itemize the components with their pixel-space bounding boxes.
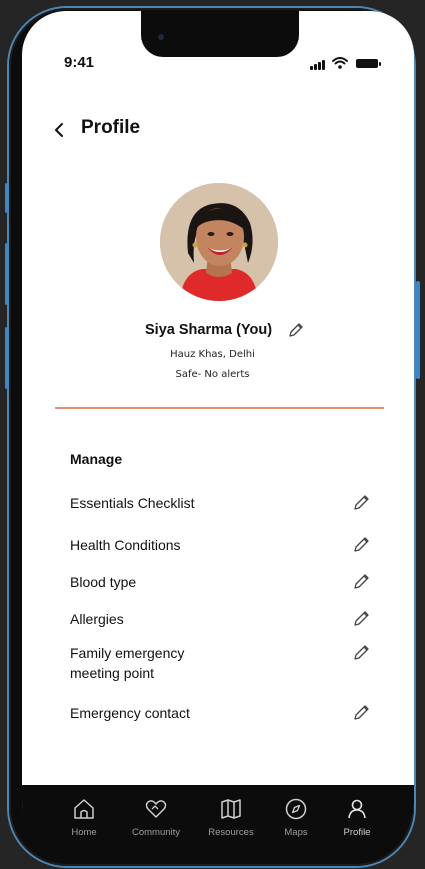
signal-bar	[322, 60, 325, 70]
pencil-icon[interactable]	[352, 642, 372, 662]
person-icon	[348, 799, 366, 819]
manage-item-essentials-checklist[interactable]: Essentials Checklist	[70, 493, 380, 513]
page-title: Profile	[81, 117, 141, 138]
manage-item-label: Blood type	[70, 574, 137, 590]
tab-label: Home	[71, 827, 97, 838]
pencil-icon[interactable]	[352, 492, 372, 512]
manage-item-label: Health Conditions	[70, 537, 181, 553]
back-chevron-icon[interactable]	[50, 120, 70, 140]
compass-icon	[285, 798, 307, 820]
notch	[141, 11, 299, 57]
manage-item-label: Allergies	[70, 611, 124, 627]
manage-item-emergency-contact[interactable]: Emergency contact	[70, 703, 380, 723]
tab-label: Resources	[208, 827, 254, 838]
map-book-icon	[221, 799, 241, 819]
manage-item-label: Essentials Checklist	[70, 495, 195, 511]
avatar-photo	[160, 183, 278, 301]
pencil-icon[interactable]	[352, 608, 372, 628]
user-status: Safe- No alerts	[175, 369, 250, 380]
pencil-icon[interactable]	[352, 702, 372, 722]
pencil-icon[interactable]	[352, 534, 372, 554]
manage-item-allergies[interactable]: Allergies	[70, 609, 380, 629]
heart-hands-icon	[145, 800, 167, 818]
edit-name-pencil-icon[interactable]	[286, 320, 306, 340]
accent-divider	[55, 407, 384, 409]
battery-tip	[379, 62, 381, 66]
tab-maps[interactable]: Maps	[266, 797, 326, 838]
user-location: Hauz Khas, Delhi	[170, 349, 255, 360]
avatar	[160, 183, 278, 301]
signal-icon	[310, 66, 313, 70]
signal-bar	[314, 64, 317, 70]
tab-community[interactable]: Community	[126, 797, 186, 838]
tab-label: Maps	[284, 827, 308, 838]
battery-icon	[356, 59, 378, 68]
tab-home[interactable]: Home	[54, 797, 114, 838]
signal-bar	[318, 62, 321, 70]
manage-title: Manage	[70, 451, 123, 467]
status-time: 9:41	[64, 54, 95, 71]
status-icons	[310, 56, 382, 72]
tab-resources[interactable]: Resources	[201, 797, 261, 838]
manage-item-family-meeting-point[interactable]: Family emergency meeting point	[70, 643, 380, 683]
manage-item-label: Family emergency meeting point	[70, 645, 185, 681]
tab-label: Community	[131, 827, 181, 838]
manage-item-label: Emergency contact	[70, 705, 190, 721]
manage-item-health-conditions[interactable]: Health Conditions	[70, 535, 380, 555]
power-button	[416, 281, 420, 379]
manage-item-blood-type[interactable]: Blood type	[70, 572, 380, 592]
tab-label: Profile	[343, 827, 371, 838]
tab-profile[interactable]: Profile	[327, 797, 387, 838]
camera	[158, 34, 164, 40]
wifi-icon	[332, 57, 348, 69]
home-icon	[74, 799, 94, 819]
user-name: Siya Sharma (You)	[145, 322, 273, 338]
pencil-icon[interactable]	[352, 571, 372, 591]
